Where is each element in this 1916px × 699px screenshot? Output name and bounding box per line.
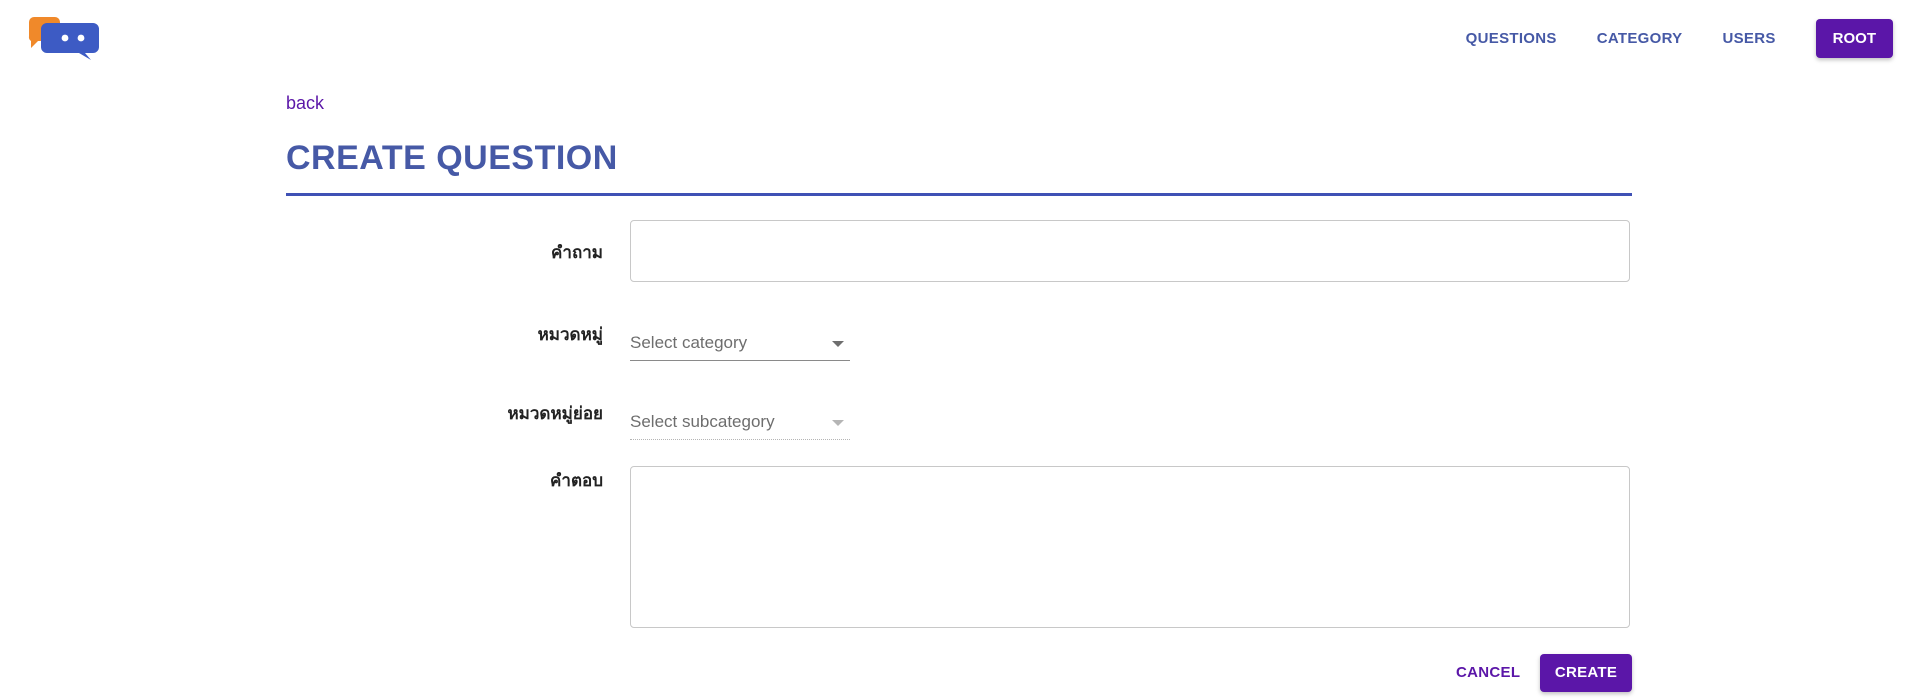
title-divider xyxy=(286,193,1632,196)
nav-questions[interactable]: QUESTIONS xyxy=(1466,30,1557,47)
back-link[interactable]: back xyxy=(286,93,324,114)
category-select-placeholder: Select category xyxy=(630,333,748,352)
chevron-down-icon xyxy=(832,420,844,426)
subcategory-select-placeholder: Select subcategory xyxy=(630,412,775,431)
question-label: คำถาม xyxy=(551,243,603,262)
nav-users[interactable]: USERS xyxy=(1722,30,1775,47)
top-nav: QUESTIONS CATEGORY USERS ROOT xyxy=(1426,18,1893,58)
category-select[interactable]: Select category xyxy=(630,327,850,361)
answer-textarea[interactable] xyxy=(630,466,1630,628)
cancel-button[interactable]: CANCEL xyxy=(1446,655,1530,691)
page-title: CREATE QUESTION xyxy=(286,139,618,177)
chat-bubbles-logo-icon[interactable] xyxy=(25,15,100,60)
question-input[interactable] xyxy=(630,220,1630,282)
answer-label: คำตอบ xyxy=(550,471,603,490)
chevron-down-icon xyxy=(832,341,844,347)
user-menu-button[interactable]: ROOT xyxy=(1815,18,1893,58)
create-button[interactable]: CREATE xyxy=(1540,654,1632,692)
nav-category[interactable]: CATEGORY xyxy=(1597,30,1683,47)
category-label: หมวดหมู่ xyxy=(537,325,603,344)
subcategory-label: หมวดหมู่ย่อย xyxy=(507,404,603,423)
page: QUESTIONS CATEGORY USERS ROOT back CREAT… xyxy=(0,0,1916,699)
subcategory-select[interactable]: Select subcategory xyxy=(630,406,850,440)
